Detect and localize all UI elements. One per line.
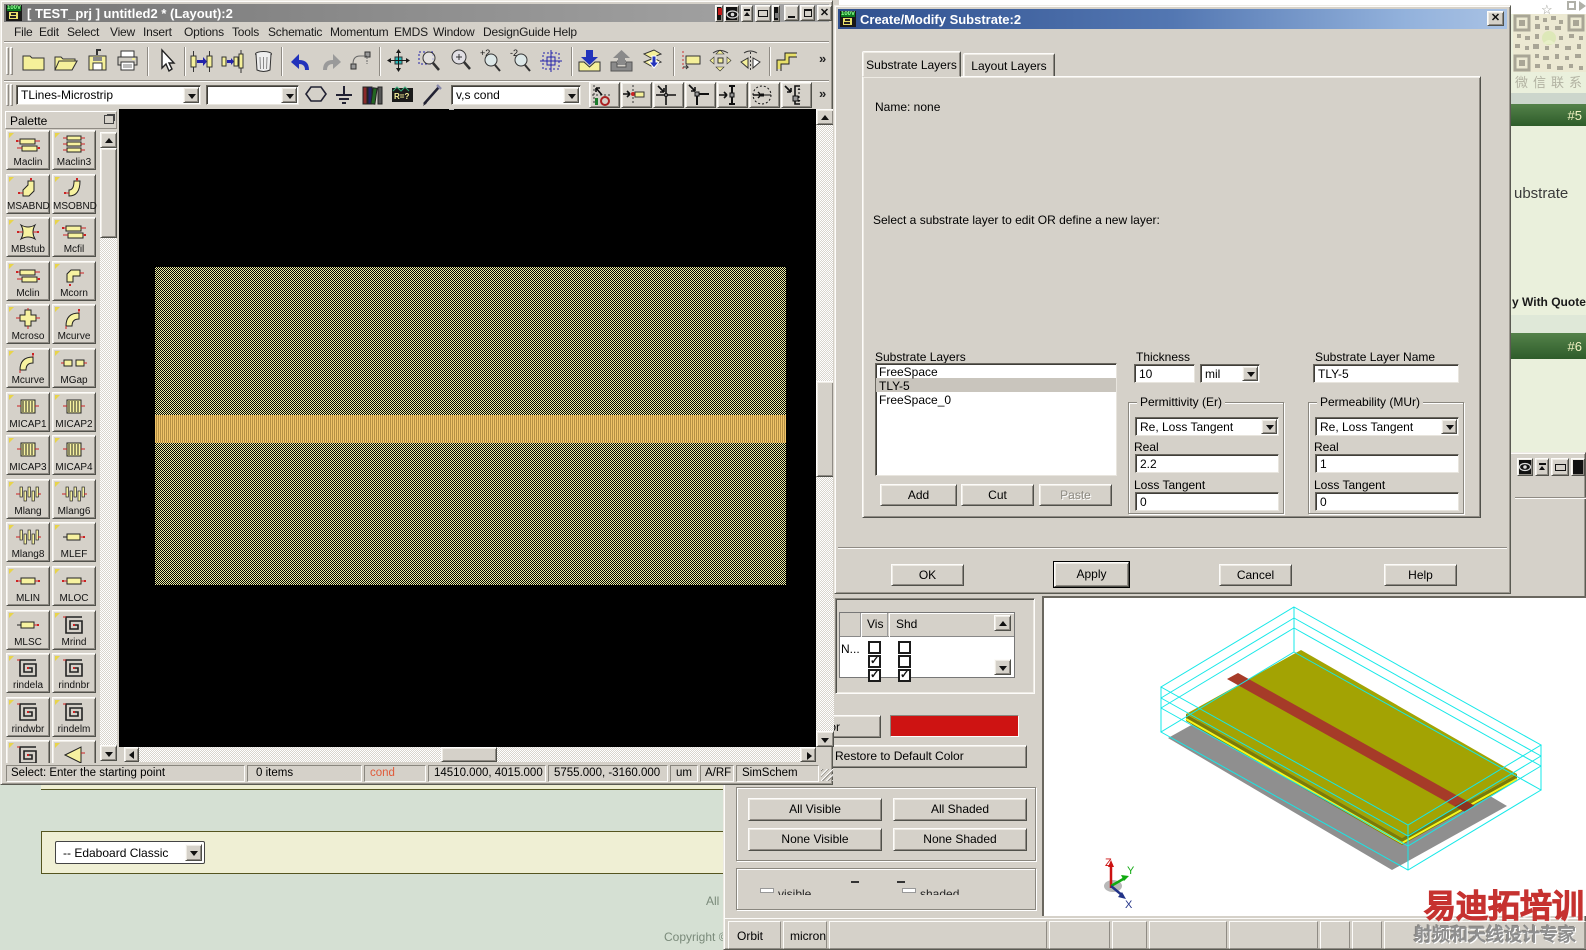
svg-text:X: X (1125, 899, 1133, 911)
svg-text:R=?: R=? (394, 92, 409, 101)
svg-text:Z: Z (1105, 857, 1112, 869)
svg-text:Y: Y (1127, 865, 1135, 877)
